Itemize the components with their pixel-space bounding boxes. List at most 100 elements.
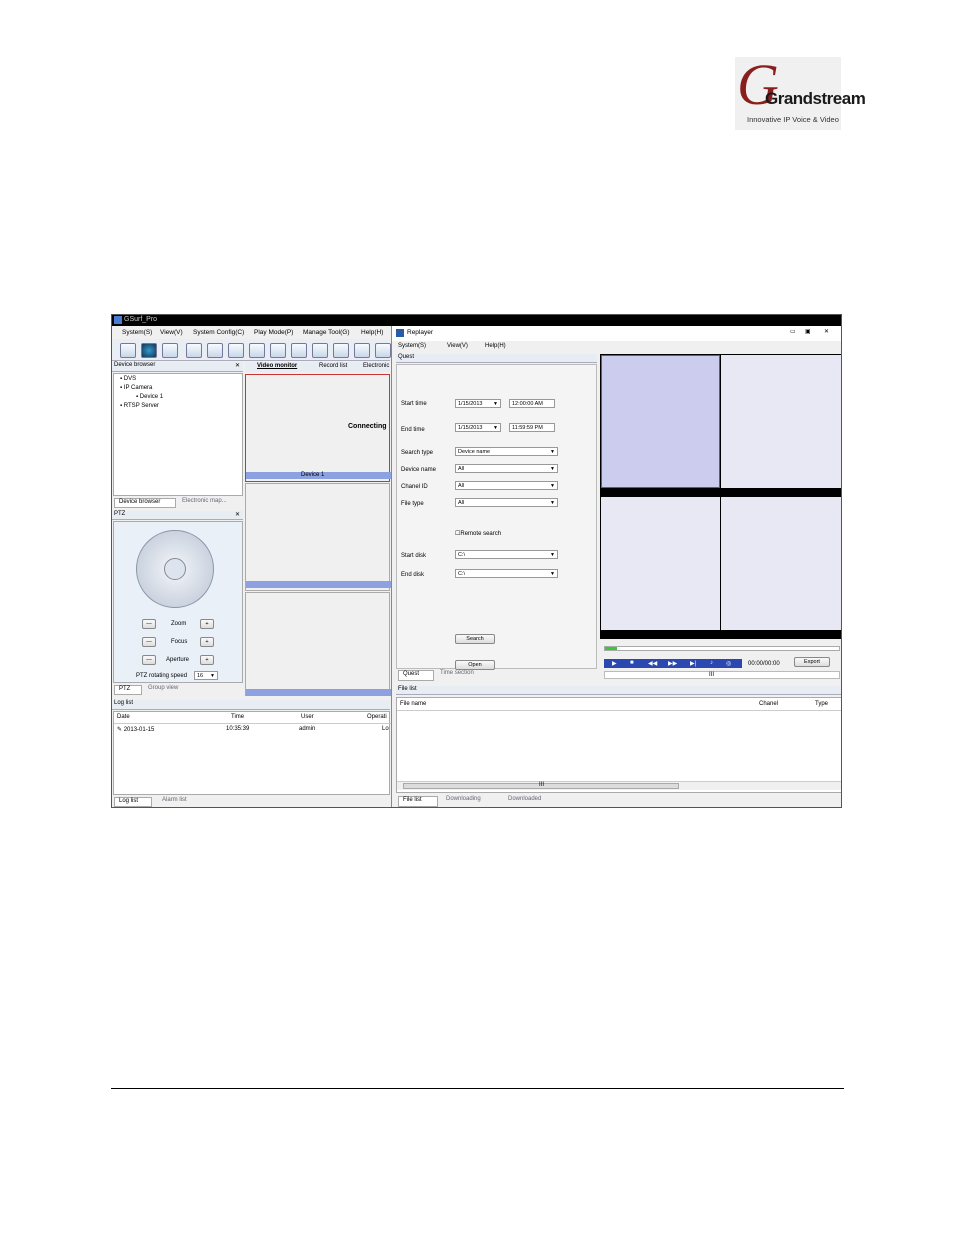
layout-8-icon[interactable] xyxy=(312,343,328,358)
video-control-bar[interactable] xyxy=(246,581,391,588)
layout-9-icon[interactable] xyxy=(333,343,349,358)
menu-system-config[interactable]: System Config(C) xyxy=(193,329,244,336)
file-col-type[interactable]: Type xyxy=(815,701,828,707)
replay-cell-3[interactable] xyxy=(601,497,720,630)
video-control-bar[interactable]: Device 1 xyxy=(246,472,391,479)
replay-cell-4[interactable] xyxy=(721,497,841,630)
camera-icon[interactable] xyxy=(186,343,202,358)
end-disk-select[interactable]: C:\ ▼ xyxy=(455,569,558,578)
tab-file-list[interactable]: File list xyxy=(398,796,438,807)
file-col-chanel[interactable]: Chanel xyxy=(759,701,778,707)
end-date-picker[interactable]: 1/15/2013 ▼ xyxy=(455,423,501,432)
focus-plus-button[interactable]: + xyxy=(200,637,214,647)
aperture-plus-button[interactable]: + xyxy=(200,655,214,665)
open-button[interactable]: Open xyxy=(455,660,495,670)
zoom-plus-button[interactable]: + xyxy=(200,619,214,629)
tab-electronic[interactable]: Electronic xyxy=(363,363,389,369)
minimize-button[interactable]: ▭ xyxy=(790,328,796,335)
aperture-minus-button[interactable]: — xyxy=(142,655,156,665)
volume-icon[interactable]: ♪ xyxy=(710,660,713,666)
file-col-name[interactable]: File name xyxy=(400,701,426,707)
video-cell-3[interactable] xyxy=(245,592,391,696)
close-icon[interactable]: ✕ xyxy=(235,511,240,518)
menu-help[interactable]: Help(H) xyxy=(361,329,383,336)
tab-downloaded[interactable]: Downloaded xyxy=(504,796,562,807)
remote-search-checkbox[interactable]: ☐Remote search xyxy=(455,530,501,537)
stop-icon[interactable]: ■ xyxy=(630,660,634,666)
layout-16-icon[interactable] xyxy=(354,343,370,358)
menu-system[interactable]: System(S) xyxy=(122,329,152,336)
export-button[interactable]: Export xyxy=(794,657,830,667)
video-cell-2[interactable] xyxy=(245,483,391,591)
tab-electronic-map[interactable]: Electronic map... xyxy=(178,498,240,508)
tab-video-monitor[interactable]: Video monitor xyxy=(257,363,297,369)
video-cell-1[interactable]: Connecting Device 1 xyxy=(245,374,391,482)
close-icon[interactable]: ✕ xyxy=(235,362,240,369)
snapshot-icon[interactable]: ◎ xyxy=(726,660,731,667)
tree-node-ip-camera[interactable]: ▪ IP Camera xyxy=(120,385,152,391)
tab-ptz[interactable]: PTZ xyxy=(114,685,142,695)
menu-play-mode[interactable]: Play Mode(P) xyxy=(254,329,293,336)
device-name-select[interactable]: All ▼ xyxy=(455,464,558,473)
fast-forward-icon[interactable]: ▶▶ xyxy=(668,660,677,667)
video-control-bar[interactable] xyxy=(246,689,391,696)
layout-1-icon[interactable] xyxy=(249,343,265,358)
tab-time-section[interactable]: Time section xyxy=(436,670,492,681)
file-list-scrollbar[interactable]: III xyxy=(397,781,841,790)
tab-alarm-list[interactable]: Alarm list xyxy=(158,797,198,807)
tab-log-list[interactable]: Log list xyxy=(114,797,152,807)
focus-minus-button[interactable]: — xyxy=(142,637,156,647)
globe-icon[interactable] xyxy=(141,343,157,358)
replayer-menu-view[interactable]: View(V) xyxy=(447,343,468,349)
end-time-spinner[interactable]: 11:59:59 PM xyxy=(509,423,555,432)
zoom-minus-button[interactable]: — xyxy=(142,619,156,629)
search-button[interactable]: Search xyxy=(455,634,495,644)
tree-node-device1[interactable]: ▪ Device 1 xyxy=(136,394,163,400)
tab-device-browser[interactable]: Device browser xyxy=(114,498,176,508)
tab-quest[interactable]: Quest xyxy=(398,670,434,681)
grandstream-logo: G Grandstream Innovative IP Voice & Vide… xyxy=(735,52,866,130)
network-icon[interactable] xyxy=(207,343,223,358)
quest-panel: Start time 1/15/2013 ▼ 12:00:00 AM End ti… xyxy=(396,364,597,670)
tab-record-list[interactable]: Record list xyxy=(319,363,347,369)
ptz-speed-select[interactable]: 16 ▼ xyxy=(194,671,218,680)
log-col-user[interactable]: User xyxy=(301,714,314,720)
playback-progress[interactable] xyxy=(604,646,840,651)
replayer-menu-help[interactable]: Help(H) xyxy=(485,343,506,349)
monitor-icon[interactable] xyxy=(162,343,178,358)
play-icon[interactable]: ▶ xyxy=(612,660,617,667)
maximize-button[interactable]: ▣ xyxy=(805,328,811,335)
start-date-picker[interactable]: 1/15/2013 ▼ xyxy=(455,399,501,408)
start-time-spinner[interactable]: 12:00:00 AM xyxy=(509,399,555,408)
layout-6-icon[interactable] xyxy=(291,343,307,358)
tree-node-dvs[interactable]: ▪ DVS xyxy=(120,376,136,382)
tab-group-view[interactable]: Group view xyxy=(144,685,194,695)
menu-manage-tool[interactable]: Manage Tool(G) xyxy=(303,329,350,336)
replay-cell-2[interactable] xyxy=(721,355,841,488)
menu-view[interactable]: View(V) xyxy=(160,329,183,336)
replay-cell-1[interactable] xyxy=(601,355,720,488)
close-button[interactable]: ✕ xyxy=(824,328,829,335)
tab-downloading[interactable]: Downloading xyxy=(442,796,502,807)
start-disk-select[interactable]: C:\ ▼ xyxy=(455,550,558,559)
layout-4-icon[interactable] xyxy=(270,343,286,358)
layout-single-icon[interactable] xyxy=(228,343,244,358)
replayer-menu-system[interactable]: System(S) xyxy=(398,343,426,349)
ptz-center-icon[interactable] xyxy=(164,558,186,580)
chanel-select[interactable]: All ▼ xyxy=(455,481,558,490)
player-scrollbar[interactable]: III xyxy=(604,671,840,679)
ptz-direction-pad[interactable] xyxy=(136,530,214,608)
tree-node-rtsp[interactable]: ▪ RTSP Server xyxy=(120,403,159,409)
table-row[interactable]: ✎ 2013-01-15 xyxy=(117,726,154,733)
step-icon[interactable]: ▶| xyxy=(690,660,696,667)
log-col-date[interactable]: Date xyxy=(117,714,130,720)
search-type-select[interactable]: Device name ▼ xyxy=(455,447,558,456)
file-type-select[interactable]: All ▼ xyxy=(455,498,558,507)
playback-controls[interactable]: ▶ ■ ◀◀ ▶▶ ▶| ♪ ◎ xyxy=(604,659,742,668)
main-menu-bar: System(S) View(V) System Config(C) Play … xyxy=(112,327,390,338)
layout-more-icon[interactable] xyxy=(375,343,391,358)
rewind-icon[interactable]: ◀◀ xyxy=(648,660,657,667)
device-tree-icon[interactable] xyxy=(120,343,136,358)
log-col-time[interactable]: Time xyxy=(231,714,244,720)
log-col-operation[interactable]: Operati xyxy=(367,714,387,720)
